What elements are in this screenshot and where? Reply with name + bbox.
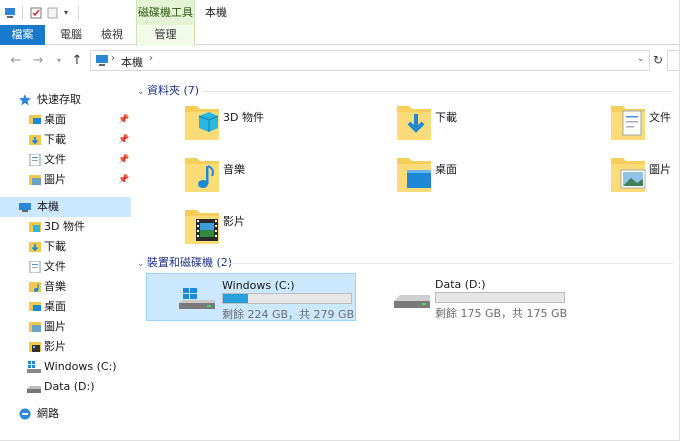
- desktop-folder-icon: [397, 158, 431, 192]
- sidebar-item-windows-c[interactable]: Windows (C:): [0, 357, 131, 377]
- music-folder-icon: [185, 158, 219, 192]
- sidebar-item-music[interactable]: 音樂: [0, 277, 131, 297]
- sidebar-item-quick-access[interactable]: 快速存取: [0, 90, 131, 110]
- tab-computer[interactable]: 電腦: [50, 25, 92, 45]
- group-header-folders[interactable]: ⌄ 資料夾 (7): [137, 83, 199, 99]
- folder-downloads[interactable]: 下載: [397, 102, 517, 146]
- drive-usage-bar: [435, 292, 565, 303]
- drive-usage-bar: [222, 293, 352, 304]
- drive-name: Windows (C:): [222, 279, 295, 292]
- group-header-drives[interactable]: ⌄ 裝置和磁碟機 (2): [137, 255, 232, 271]
- refresh-icon[interactable]: ↻: [651, 50, 665, 71]
- back-icon[interactable]: ←: [8, 53, 24, 69]
- forward-icon[interactable]: →: [30, 53, 46, 69]
- downloads-icon: [29, 242, 41, 252]
- sidebar-item-3d-objects[interactable]: 3D 物件: [0, 217, 131, 237]
- folder-videos[interactable]: 影片: [185, 206, 305, 250]
- address-dropdown-icon[interactable]: ⌄: [637, 54, 645, 64]
- group-divider: [223, 263, 673, 264]
- 3d-objects-folder-icon: [185, 106, 219, 140]
- window-title: 本機: [205, 6, 227, 19]
- 3d-objects-icon: [29, 222, 41, 232]
- videos-icon: [29, 342, 41, 352]
- breadcrumb-chevron-icon[interactable]: ›: [111, 53, 115, 64]
- sidebar-item-pictures-pc[interactable]: 圖片: [0, 317, 131, 337]
- collapse-chevron-icon[interactable]: ⌄: [137, 256, 147, 272]
- recent-locations-icon[interactable]: ▾: [51, 53, 67, 69]
- sidebar-item-data-d[interactable]: Data (D:): [0, 377, 131, 397]
- group-divider: [203, 91, 673, 92]
- desktop-icon: [29, 115, 41, 124]
- up-icon[interactable]: ↑: [69, 53, 85, 69]
- breadcrumb-chevron-icon[interactable]: ›: [149, 53, 153, 64]
- breadcrumb-this-pc[interactable]: 本機: [121, 54, 143, 70]
- address-bar[interactable]: › 本機 › ⌄: [90, 50, 650, 71]
- drive-usage-fill: [223, 294, 249, 303]
- sidebar-item-desktop[interactable]: 桌面 📌: [0, 110, 131, 130]
- pin-icon[interactable]: 📌: [118, 135, 129, 145]
- sidebar-item-this-pc[interactable]: 本機: [0, 197, 131, 217]
- network-icon: [19, 408, 31, 420]
- windows-drive-icon: [179, 288, 215, 309]
- drive-name: Data (D:): [435, 278, 486, 291]
- navigation-bar: ← → ▾ ↑ › 本機 › ⌄ ↻: [0, 46, 680, 76]
- pictures-icon: [29, 322, 41, 332]
- computer-icon: [19, 203, 31, 212]
- drive-free-space: 剩餘 224 GB，共 279 GB: [222, 308, 355, 321]
- drive-data-d[interactable]: Data (D:) 剩餘 175 GB，共 175 GB: [360, 273, 570, 321]
- pin-icon[interactable]: 📌: [118, 175, 129, 185]
- documents-icon: [29, 261, 41, 273]
- folder-desktop[interactable]: 桌面: [397, 154, 517, 198]
- drive-windows-c[interactable]: Windows (C:) 剩餘 224 GB，共 279 GB: [146, 273, 356, 321]
- desktop-icon: [29, 302, 41, 311]
- computer-icon: [96, 55, 108, 66]
- context-tab-header: 磁碟機工具: [136, 0, 195, 25]
- sidebar-item-videos[interactable]: 影片: [0, 337, 131, 357]
- star-icon: [19, 94, 31, 106]
- sidebar-item-network[interactable]: 網路: [0, 404, 131, 424]
- sidebar-item-documents-pc[interactable]: 文件: [0, 257, 131, 277]
- pictures-icon: [29, 175, 41, 185]
- drive-free-space: 剩餘 175 GB，共 175 GB: [435, 307, 568, 320]
- drive-icon: [27, 386, 41, 393]
- downloads-folder-icon: [397, 106, 431, 140]
- computer-icon: [5, 8, 15, 18]
- sidebar-item-downloads[interactable]: 下載 📌: [0, 130, 131, 150]
- tab-manage[interactable]: 管理: [136, 25, 195, 46]
- music-icon: [29, 282, 41, 292]
- folder-music[interactable]: 音樂: [185, 154, 305, 198]
- documents-folder-icon: [611, 106, 645, 140]
- new-folder-icon[interactable]: [47, 7, 59, 19]
- collapse-chevron-icon[interactable]: ⌄: [137, 84, 147, 100]
- drive-icon: [394, 295, 430, 308]
- title-bar: ▾ 磁碟機工具 本機: [0, 0, 680, 25]
- navigation-pane: 快速存取 桌面 📌 下載 📌 文件 📌 圖片 📌 本機 3D 物件 下載 文件 …: [0, 80, 131, 441]
- qa-customize-icon[interactable]: ▾: [64, 7, 76, 19]
- content-pane: ⌄ 資料夾 (7) 3D 物件 下載 文件 音樂 桌面 圖片 影片 ⌄ 裝置和磁…: [131, 76, 680, 441]
- folder-documents[interactable]: 文件: [611, 102, 680, 146]
- tab-file[interactable]: 檔案: [0, 25, 45, 45]
- tab-view[interactable]: 檢視: [92, 25, 132, 45]
- sidebar-item-pictures[interactable]: 圖片 📌: [0, 170, 131, 190]
- folder-3d-objects[interactable]: 3D 物件: [185, 102, 305, 146]
- pictures-folder-icon: [611, 158, 646, 192]
- pin-icon[interactable]: 📌: [118, 155, 129, 165]
- sidebar-item-downloads-pc[interactable]: 下載: [0, 237, 131, 257]
- downloads-icon: [29, 135, 41, 145]
- sidebar-item-desktop-pc[interactable]: 桌面: [0, 297, 131, 317]
- pin-icon[interactable]: 📌: [118, 115, 129, 125]
- videos-folder-icon: [185, 210, 219, 244]
- ribbon-tabs: 檔案 電腦 檢視 管理: [0, 25, 680, 46]
- folder-pictures[interactable]: 圖片: [611, 154, 680, 198]
- windows-drive-icon: [27, 361, 41, 373]
- properties-icon[interactable]: [30, 7, 42, 19]
- sidebar-item-documents[interactable]: 文件 📌: [0, 150, 131, 170]
- documents-icon: [29, 154, 41, 166]
